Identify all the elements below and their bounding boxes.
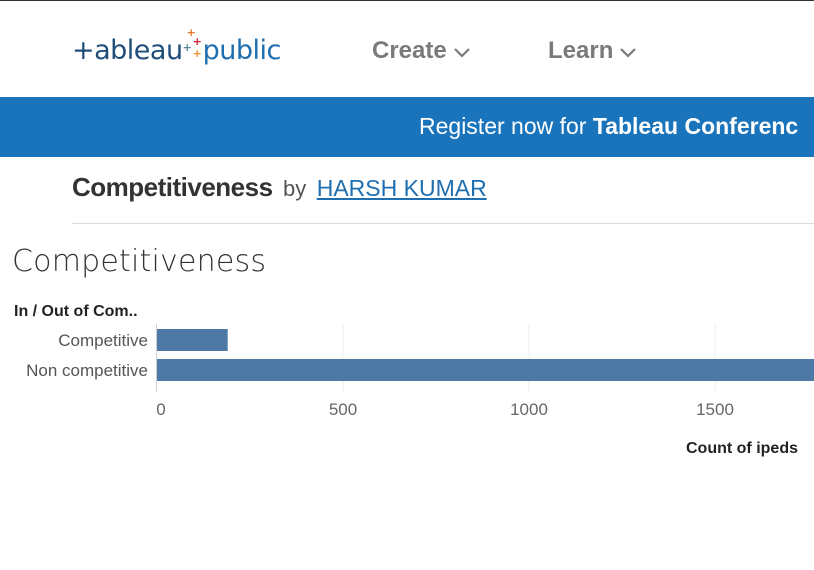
x-axis-title[interactable]: Count of ipeds — [686, 440, 798, 458]
bar-chart[interactable]: CompetitiveNon competitive05001000150020… — [0, 0, 814, 570]
x-tick-label: 0 — [156, 400, 165, 419]
category-label: Competitive — [58, 331, 148, 350]
bar[interactable] — [157, 359, 814, 381]
x-tick-label: 1000 — [510, 400, 548, 419]
x-tick-label: 1500 — [696, 400, 734, 419]
bar[interactable] — [157, 329, 228, 351]
x-tick-label: 500 — [329, 400, 357, 419]
category-label: Non competitive — [26, 361, 148, 380]
